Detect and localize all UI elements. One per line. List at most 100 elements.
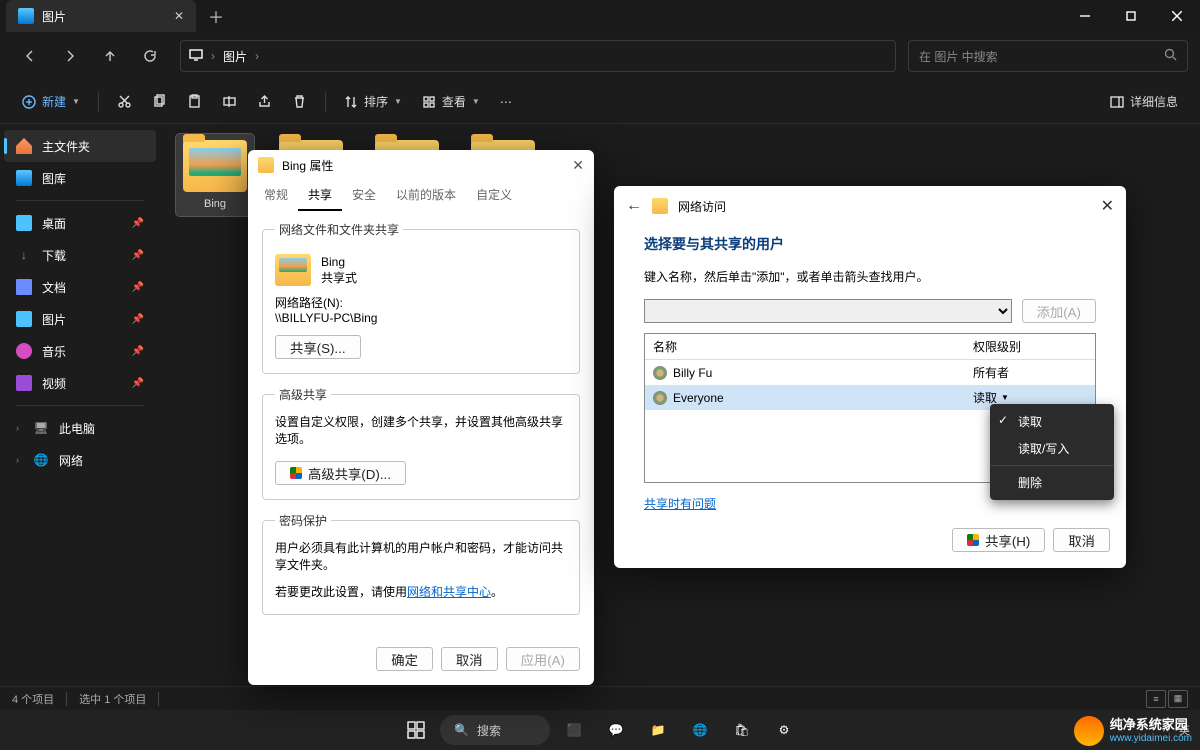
details-label: 详细信息	[1130, 93, 1178, 110]
adv-description: 设置自定义权限，创建多个共享，并设置其他高级共享选项。	[275, 413, 567, 447]
statusbar: 4 个项目 选中 1 个项目 ≡ ▦	[0, 686, 1200, 710]
ok-button[interactable]: 确定	[376, 647, 433, 671]
taskbar-app[interactable]: 💬	[598, 712, 634, 748]
sidebar-label: 主文件夹	[42, 138, 90, 155]
tab-general[interactable]: 常规	[254, 180, 298, 211]
sidebar-label: 桌面	[42, 215, 66, 232]
folder-bing[interactable]: Bing	[176, 134, 254, 216]
up-button[interactable]	[92, 38, 128, 74]
ctx-remove[interactable]: 删除	[990, 469, 1114, 496]
new-button[interactable]: 新建 ▼	[14, 86, 88, 118]
taskbar-search[interactable]: 🔍搜索	[440, 715, 550, 745]
view-button[interactable]: 查看 ▼	[414, 86, 488, 118]
sidebar-item-videos[interactable]: 视频📌	[4, 367, 156, 399]
search-input[interactable]: 在 图片 中搜索	[908, 40, 1188, 72]
back-button[interactable]	[12, 38, 48, 74]
sidebar-item-desktop[interactable]: 桌面📌	[4, 207, 156, 239]
paste-button[interactable]	[179, 86, 210, 118]
divider	[325, 92, 326, 112]
taskbar-edge[interactable]: 🌐	[682, 712, 718, 748]
col-perm[interactable]: 权限级别	[965, 334, 1095, 359]
start-button[interactable]	[398, 712, 434, 748]
share-button[interactable]: 共享(S)...	[275, 335, 361, 359]
more-button[interactable]: ⋯	[492, 86, 520, 118]
system-tray[interactable]: ˄ 英	[1163, 722, 1190, 738]
net-titlebar[interactable]: ← 网络访问 ✕	[614, 186, 1126, 226]
minimize-button[interactable]	[1062, 0, 1108, 32]
taskbar-settings[interactable]: ⚙	[766, 712, 802, 748]
rename-button[interactable]	[214, 86, 245, 118]
copy-button[interactable]	[144, 86, 175, 118]
delete-button[interactable]	[284, 86, 315, 118]
tab-custom[interactable]: 自定义	[466, 180, 522, 211]
maximize-button[interactable]	[1108, 0, 1154, 32]
cut-button[interactable]	[109, 86, 140, 118]
sidebar-item-gallery[interactable]: 图库	[4, 162, 156, 194]
refresh-button[interactable]	[132, 38, 168, 74]
user-row[interactable]: Billy Fu 所有者	[645, 360, 1095, 385]
share-button[interactable]: 共享(H)	[952, 528, 1045, 552]
view-grid-button[interactable]: ▦	[1168, 690, 1188, 708]
chevron-right-icon: ›	[211, 49, 215, 63]
ctx-read[interactable]: 读取	[990, 408, 1114, 435]
sidebar-item-thispc[interactable]: ›🖥此电脑	[4, 412, 156, 444]
sort-button[interactable]: 排序 ▼	[336, 86, 410, 118]
tab-pictures[interactable]: 图片 ✕	[6, 0, 196, 32]
apply-button[interactable]: 应用(A)	[506, 647, 580, 671]
user-combo[interactable]	[644, 299, 1012, 323]
netpath-label: 网络路径(N):	[275, 294, 567, 311]
titlebar: 图片 ✕ ＋	[0, 0, 1200, 32]
divider	[158, 692, 159, 706]
taskbar-store[interactable]: 🛍	[724, 712, 760, 748]
taskbar-explorer[interactable]: 📁	[640, 712, 676, 748]
tab-sharing[interactable]: 共享	[298, 180, 342, 211]
close-tab-icon[interactable]: ✕	[174, 9, 184, 23]
back-button[interactable]: ←	[626, 197, 642, 215]
sidebar-item-home[interactable]: 主文件夹	[4, 130, 156, 162]
folder-name: Bing	[321, 255, 357, 269]
sidebar-item-music[interactable]: 音乐📌	[4, 335, 156, 367]
view-label: 查看	[442, 93, 466, 110]
dialog-tabs: 常规 共享 安全 以前的版本 自定义	[248, 180, 594, 211]
ctx-readwrite[interactable]: 读取/写入	[990, 435, 1114, 462]
help-link[interactable]: 共享时有问题	[644, 497, 716, 511]
shield-icon	[967, 534, 979, 546]
col-name[interactable]: 名称	[645, 334, 965, 359]
sidebar-item-downloads[interactable]: ↓下载📌	[4, 239, 156, 271]
details-pane-button[interactable]: 详细信息	[1102, 86, 1186, 118]
tab-previous[interactable]: 以前的版本	[386, 180, 466, 211]
tray-chevron-icon[interactable]: ˄	[1163, 724, 1169, 736]
download-icon: ↓	[16, 247, 32, 263]
share-button[interactable]	[249, 86, 280, 118]
add-button[interactable]: 添加(A)	[1022, 299, 1096, 323]
divider	[98, 92, 99, 112]
network-center-link[interactable]: 网络和共享中心	[407, 585, 491, 599]
forward-button[interactable]	[52, 38, 88, 74]
close-button[interactable]: ✕	[572, 157, 584, 174]
sidebar-label: 图库	[42, 170, 66, 187]
breadcrumb[interactable]: › 图片 ›	[180, 40, 896, 72]
dialog-titlebar[interactable]: Bing 属性 ✕	[248, 150, 594, 180]
new-tab-button[interactable]: ＋	[208, 4, 224, 28]
advanced-share-button[interactable]: 高级共享(D)...	[275, 461, 406, 485]
tab-security[interactable]: 安全	[342, 180, 386, 211]
pwd-prefix: 若要更改此设置，请使用	[275, 585, 407, 599]
search-icon	[1164, 48, 1177, 64]
close-button[interactable]: ✕	[1101, 196, 1114, 216]
dialog-title: 网络访问	[678, 198, 726, 215]
sidebar-item-pictures[interactable]: 图片📌	[4, 303, 156, 335]
ime-indicator[interactable]: 英	[1179, 722, 1190, 738]
task-view-button[interactable]: ⬛	[556, 712, 592, 748]
sidebar-item-network[interactable]: ›🌐网络	[4, 444, 156, 476]
close-window-button[interactable]	[1154, 0, 1200, 32]
sidebar-label: 文档	[42, 279, 66, 296]
sidebar: 主文件夹 图库 桌面📌 ↓下载📌 文档📌 图片📌 音乐📌 视频📌 ›🖥此电脑 ›…	[0, 124, 160, 686]
dialog-footer: 确定 取消 应用(A)	[248, 637, 594, 685]
cancel-button[interactable]: 取消	[441, 647, 498, 671]
breadcrumb-segment[interactable]: 图片	[223, 48, 247, 65]
sidebar-item-documents[interactable]: 文档📌	[4, 271, 156, 303]
sidebar-label: 此电脑	[59, 420, 95, 437]
dialog-body: 网络文件和文件夹共享 Bing 共享式 网络路径(N): \\BILLYFU-P…	[248, 211, 594, 637]
cancel-button[interactable]: 取消	[1053, 528, 1110, 552]
view-list-button[interactable]: ≡	[1146, 690, 1166, 708]
